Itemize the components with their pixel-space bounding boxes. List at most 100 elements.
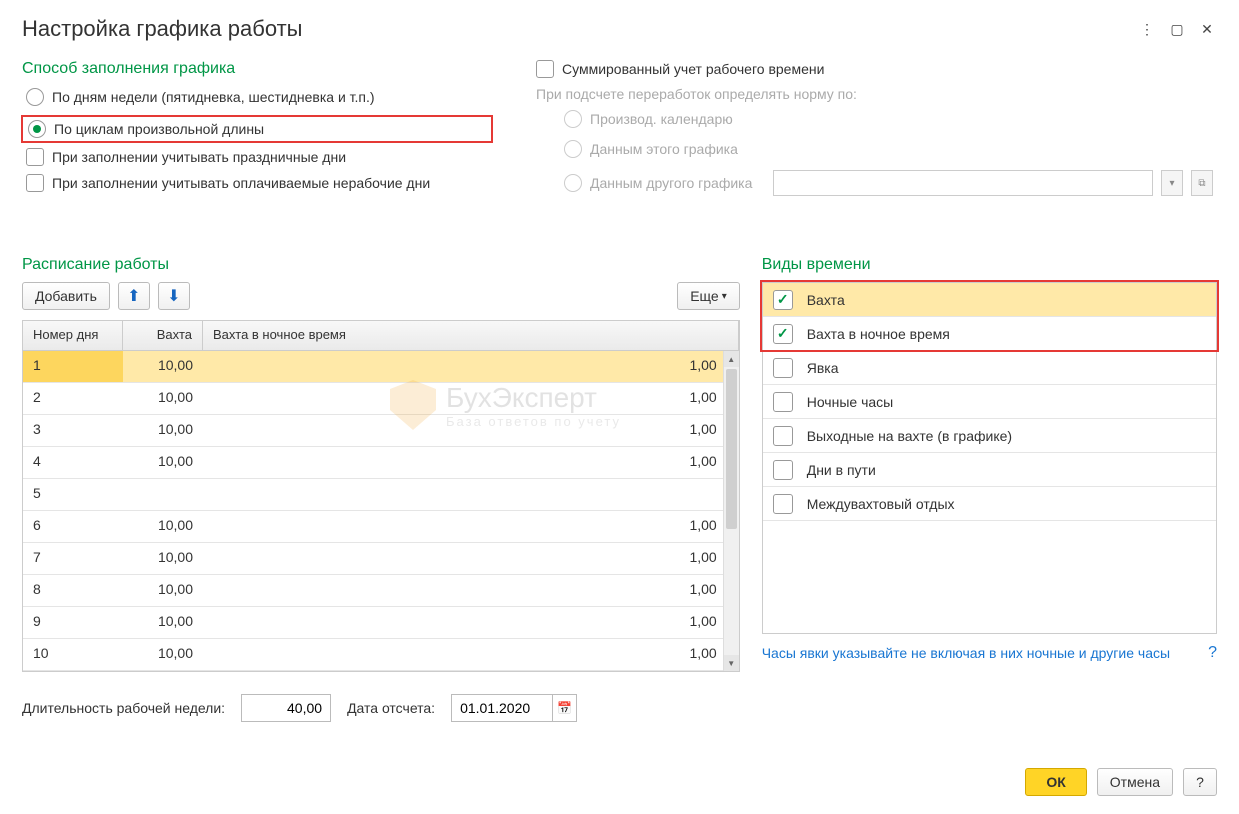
checkbox-icon[interactable]: [773, 358, 793, 378]
time-type-row[interactable]: Вахта: [763, 283, 1216, 317]
col-shift[interactable]: Вахта: [123, 321, 203, 350]
table-row[interactable]: 210,001,00: [23, 383, 739, 415]
week-length-input[interactable]: [241, 694, 331, 722]
checkbox-icon: [26, 148, 44, 166]
cell-shift: 10,00: [123, 511, 203, 542]
radio-label: Данным этого графика: [590, 141, 738, 157]
cell-day: 5: [23, 479, 123, 510]
time-type-label: Дни в пути: [807, 462, 876, 478]
cell-shift: 10,00: [123, 415, 203, 446]
table-row[interactable]: 610,001,00: [23, 511, 739, 543]
radio-norm-other: Данным другого графика ▾ ⧉: [560, 168, 1217, 198]
checkbox-paid-nonwork[interactable]: При заполнении учитывать оплачиваемые не…: [22, 174, 492, 192]
start-date-input[interactable]: [452, 700, 552, 716]
cell-shift: 10,00: [123, 383, 203, 414]
table-row[interactable]: 410,001,00: [23, 447, 739, 479]
arrow-up-icon: ⬆: [127, 286, 140, 306]
cell-day: 3: [23, 415, 123, 446]
scroll-down-icon[interactable]: ▼: [724, 655, 739, 671]
radio-norm-calendar: Производ. календарю: [560, 108, 1217, 130]
time-type-row[interactable]: Дни в пути: [763, 453, 1216, 487]
cell-day: 4: [23, 447, 123, 478]
arrow-down-icon: ⬇: [167, 286, 180, 306]
radio-label: По дням недели (пятидневка, шестидневка …: [52, 89, 375, 105]
col-day-number[interactable]: Номер дня: [23, 321, 123, 350]
table-row[interactable]: 910,001,00: [23, 607, 739, 639]
help-icon[interactable]: ?: [1208, 644, 1217, 662]
radio-icon: [564, 110, 582, 128]
maximize-icon[interactable]: ▢: [1167, 19, 1187, 39]
open-icon: ⧉: [1191, 170, 1213, 196]
time-type-row[interactable]: Ночные часы: [763, 385, 1216, 419]
fill-method-title: Способ заполнения графика: [22, 60, 492, 78]
scroll-up-icon[interactable]: ▲: [724, 351, 739, 367]
norm-label: При подсчете переработок определять норм…: [536, 86, 1217, 102]
cell-day: 7: [23, 543, 123, 574]
cancel-button[interactable]: Отмена: [1097, 768, 1173, 796]
help-button[interactable]: ?: [1183, 768, 1217, 796]
checkbox-icon[interactable]: [773, 460, 793, 480]
radio-by-weekdays[interactable]: По дням недели (пятидневка, шестидневка …: [22, 86, 492, 108]
cell-day: 6: [23, 511, 123, 542]
radio-label: Производ. календарю: [590, 111, 733, 127]
radio-icon: [564, 140, 582, 158]
radio-icon: [26, 88, 44, 106]
time-types-title: Виды времени: [762, 256, 1217, 274]
checkbox-icon[interactable]: [773, 494, 793, 514]
more-button[interactable]: Еще: [677, 282, 740, 310]
cell-night: 1,00: [203, 383, 739, 414]
calendar-icon[interactable]: 📅: [552, 695, 576, 721]
radio-icon: [564, 174, 582, 192]
table-row[interactable]: 5: [23, 479, 739, 511]
checkbox-label: При заполнении учитывать оплачиваемые не…: [52, 175, 430, 191]
cell-night: 1,00: [203, 575, 739, 606]
time-types-list: Вахта Вахта в ночное времяЯвкаНочные часы…: [762, 282, 1217, 634]
move-up-button[interactable]: ⬆: [118, 282, 150, 310]
cell-shift: 10,00: [123, 447, 203, 478]
cell-shift: 10,00: [123, 543, 203, 574]
scrollbar[interactable]: ▲ ▼: [723, 351, 739, 671]
time-type-row[interactable]: Междувахтовый отдых: [763, 487, 1216, 521]
cell-day: 9: [23, 607, 123, 638]
cell-day: 2: [23, 383, 123, 414]
dropdown-icon: ▾: [1161, 170, 1183, 196]
radio-norm-this: Данным этого графика: [560, 138, 1217, 160]
checkbox-icon[interactable]: [773, 324, 793, 344]
schedule-title: Расписание работы: [22, 256, 740, 274]
table-row[interactable]: 1010,001,00: [23, 639, 739, 671]
col-night-shift[interactable]: Вахта в ночное время: [203, 321, 739, 350]
table-row[interactable]: 310,001,00: [23, 415, 739, 447]
add-button[interactable]: Добавить: [22, 282, 110, 310]
time-type-label: Вахта: [807, 292, 845, 308]
time-type-row[interactable]: Вахта в ночное время: [763, 317, 1216, 351]
cell-shift: 10,00: [123, 351, 203, 382]
move-down-button[interactable]: ⬇: [158, 282, 190, 310]
other-schedule-select: [773, 170, 1153, 196]
time-type-row[interactable]: Выходные на вахте (в графике): [763, 419, 1216, 453]
radio-by-cycles[interactable]: По циклам произвольной длины: [22, 116, 492, 142]
checkbox-icon[interactable]: [773, 290, 793, 310]
cell-shift: [123, 479, 203, 510]
scroll-thumb[interactable]: [726, 369, 737, 529]
ok-button[interactable]: ОК: [1025, 768, 1086, 796]
checkbox-label: Суммированный учет рабочего времени: [562, 61, 824, 77]
kebab-icon[interactable]: ⋮: [1137, 19, 1157, 39]
window-title: Настройка графика работы: [22, 16, 302, 42]
cell-night: 1,00: [203, 543, 739, 574]
checkbox-icon: [26, 174, 44, 192]
close-icon[interactable]: ✕: [1197, 19, 1217, 39]
cell-shift: 10,00: [123, 575, 203, 606]
time-type-row[interactable]: Явка: [763, 351, 1216, 385]
checkbox-holidays[interactable]: При заполнении учитывать праздничные дни: [22, 148, 492, 166]
start-date-label: Дата отсчета:: [347, 700, 435, 716]
table-row[interactable]: 110,001,00: [23, 351, 739, 383]
checkbox-summed[interactable]: Суммированный учет рабочего времени: [532, 60, 1217, 78]
week-length-label: Длительность рабочей недели:: [22, 700, 225, 716]
checkbox-icon[interactable]: [773, 426, 793, 446]
checkbox-icon[interactable]: [773, 392, 793, 412]
time-type-label: Междувахтовый отдых: [807, 496, 955, 512]
table-row[interactable]: 710,001,00: [23, 543, 739, 575]
table-row[interactable]: 810,001,00: [23, 575, 739, 607]
schedule-table: Номер дня Вахта Вахта в ночное время 110…: [22, 320, 740, 672]
checkbox-icon: [536, 60, 554, 78]
